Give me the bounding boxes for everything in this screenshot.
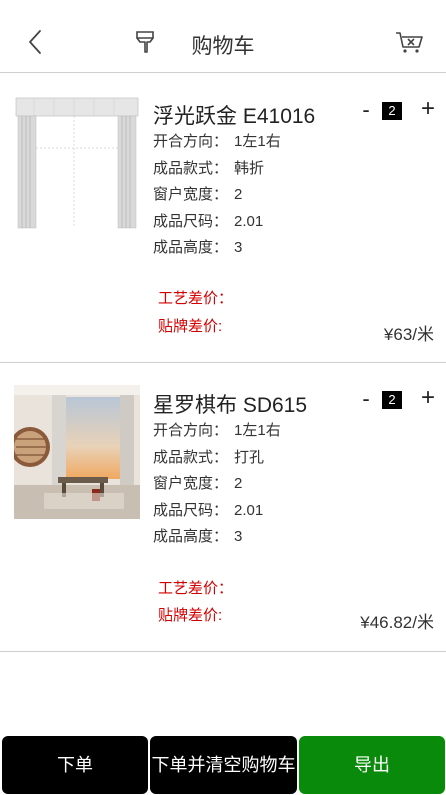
increase-button[interactable]: +	[418, 97, 438, 121]
order-button[interactable]: 下单	[2, 736, 148, 794]
attr-row: 开合方向： 1左1右	[153, 422, 281, 449]
attr-row: 成品尺码： 2.01	[153, 213, 281, 240]
craft-diff-label: 工艺差价：	[158, 580, 234, 597]
brand-diff-label: 贴牌差价:	[158, 318, 223, 335]
attr-row: 成品款式： 韩折	[153, 160, 281, 187]
attr-row: 成品尺码： 2.01	[153, 502, 281, 529]
decrease-button[interactable]: -	[358, 387, 374, 411]
attr-row: 开合方向： 1左1右	[153, 133, 281, 160]
cart-item: 星罗棋布 SD615 - 2 + 开合方向： 1左1右 成品款式： 打孔 窗户宽度：…	[0, 363, 446, 652]
attr-label: 成品高度：	[153, 528, 229, 545]
attr-label: 成品尺码：	[153, 212, 229, 230]
attr-row: 成品款式： 打孔	[153, 449, 281, 476]
product-name: 浮光跃金 E41016	[153, 105, 316, 128]
increase-button[interactable]: +	[418, 386, 438, 410]
attr-label: 开合方向：	[153, 422, 229, 439]
attr-value: 2	[234, 186, 243, 203]
attr-value: 2.01	[234, 212, 264, 230]
top-bar: 购物车	[0, 0, 446, 73]
attr-label: 窗户宽度：	[153, 186, 229, 203]
attr-value: 1左1右	[234, 422, 281, 439]
attr-label: 开合方向：	[153, 133, 229, 150]
product-image[interactable]	[14, 385, 140, 519]
page-title: 购物车	[191, 35, 255, 58]
unit-price: ¥63/米	[383, 325, 434, 344]
export-button[interactable]: 导出	[299, 736, 445, 794]
attr-row: 窗户宽度： 2	[153, 475, 281, 502]
bottom-action-bar: 下单 下单并清空购物车 导出	[0, 735, 446, 795]
attr-row: 窗户宽度： 2	[153, 186, 281, 213]
attr-label: 成品款式：	[153, 159, 229, 177]
product-attributes: 开合方向： 1左1右 成品款式： 打孔 窗户宽度： 2 成品尺码： 2.01 成品高度：…	[153, 422, 281, 555]
attr-value: 3	[234, 528, 243, 545]
product-name: 星罗棋布 SD615	[153, 394, 308, 417]
craft-diff-label: 工艺差价：	[158, 290, 234, 307]
cart-clear-icon[interactable]	[394, 30, 426, 54]
quantity-stepper: - 2 +	[358, 97, 438, 124]
product-attributes: 开合方向： 1左1右 成品款式： 韩折 窗户宽度： 2 成品尺码： 2.01 成品高度：…	[153, 133, 281, 266]
attr-value: 打孔	[234, 448, 265, 466]
attr-row: 成品高度： 3	[153, 239, 281, 266]
decrease-button[interactable]: -	[358, 98, 374, 122]
attr-value: 2.01	[234, 501, 264, 519]
attr-label: 成品高度：	[153, 239, 229, 256]
attr-value: 1左1右	[234, 133, 281, 150]
attr-value: 2	[234, 475, 243, 492]
cart-item: 浮光跃金 E41016 - 2 + 开合方向： 1左1右 成品款式： 韩折 窗户宽度…	[0, 74, 446, 363]
curtain-illustration	[14, 96, 140, 230]
order-and-clear-cart-button[interactable]: 下单并清空购物车	[150, 736, 297, 794]
product-image[interactable]	[14, 96, 140, 230]
quantity-value[interactable]: 2	[382, 391, 402, 409]
unit-price: ¥46.82/米	[360, 613, 434, 632]
quantity-stepper: - 2 +	[358, 386, 438, 413]
attr-row: 成品高度： 3	[153, 528, 281, 555]
attr-value: 3	[234, 239, 243, 256]
attr-label: 窗户宽度：	[153, 475, 229, 492]
attr-value: 韩折	[234, 159, 265, 177]
brand-diff-label: 贴牌差价:	[158, 607, 223, 624]
quantity-value[interactable]: 2	[382, 102, 402, 120]
room-photo	[14, 385, 140, 519]
attr-label: 成品尺码：	[153, 501, 229, 519]
attr-label: 成品款式：	[153, 448, 229, 466]
